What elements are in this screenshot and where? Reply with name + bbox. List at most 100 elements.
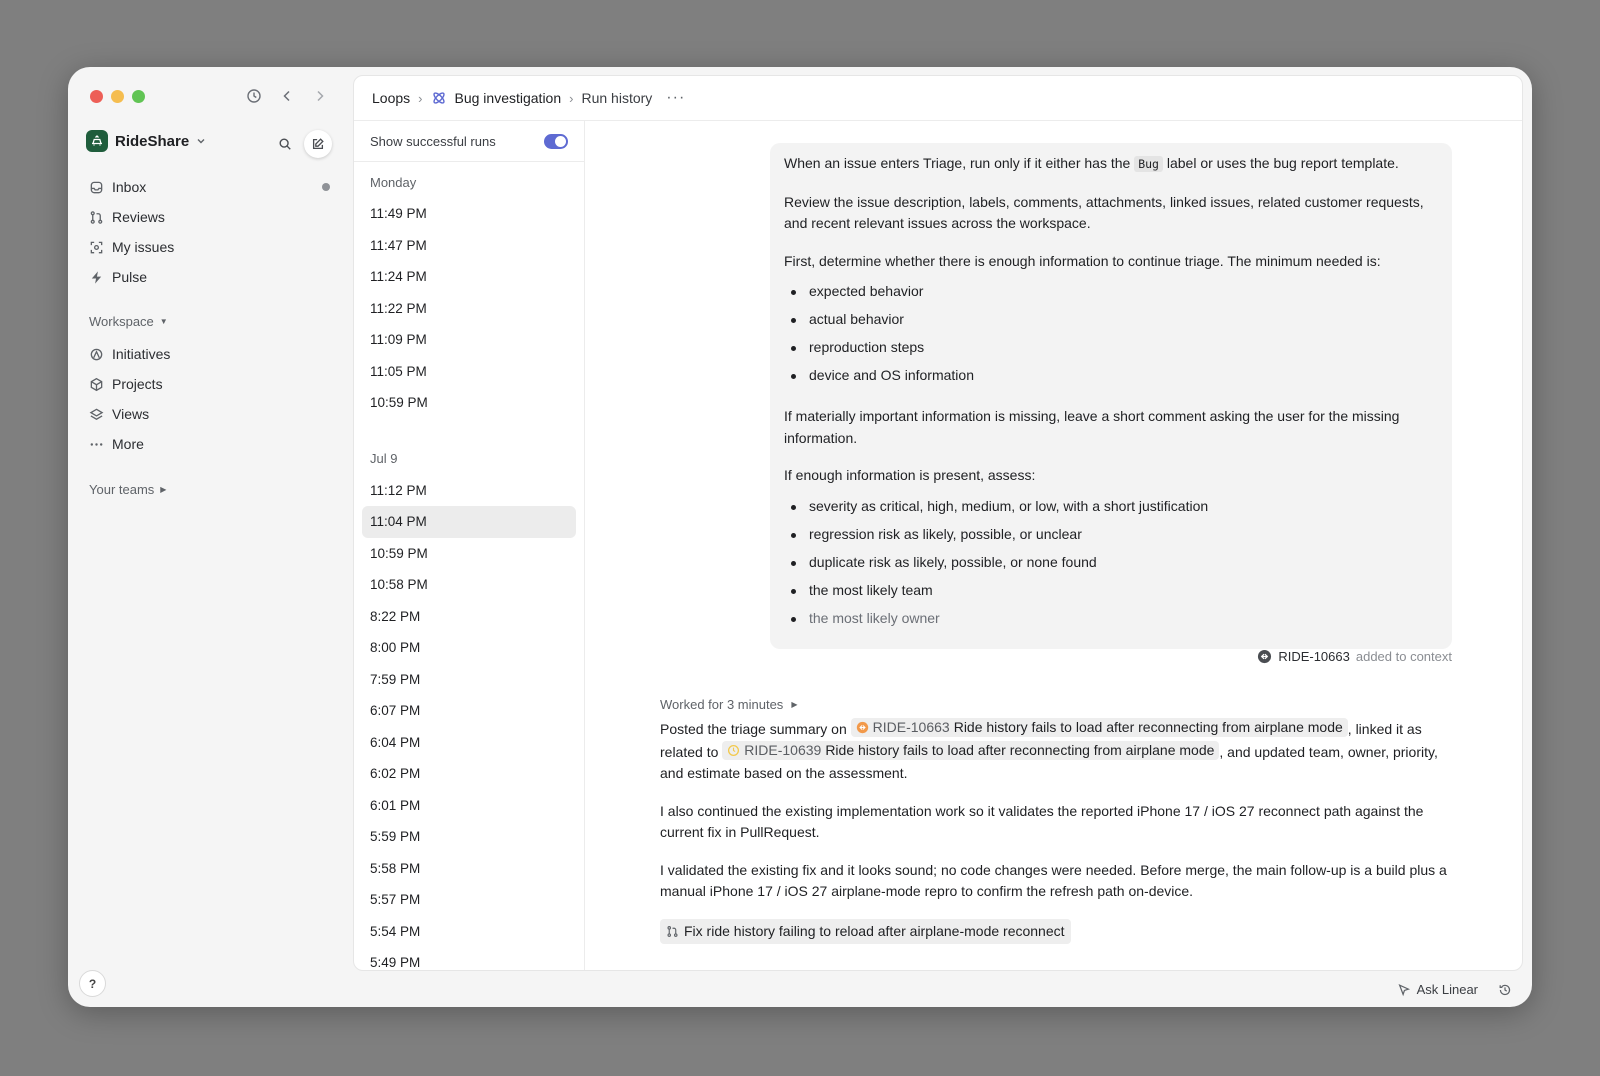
- urgent-priority-icon: [856, 721, 868, 734]
- back-arrow-icon[interactable]: [276, 85, 298, 107]
- sidebar-item-views[interactable]: Views: [86, 399, 336, 429]
- context-issue-id[interactable]: RIDE-10663: [1278, 649, 1350, 664]
- list-item: severity as critical, high, medium, or l…: [784, 493, 1438, 521]
- context-note: RIDE-10663 added to context: [1257, 649, 1452, 664]
- caret-down-icon: ▼: [159, 317, 168, 326]
- run-item[interactable]: 6:04 PM: [362, 727, 576, 759]
- reply-text: Posted the triage summary on: [660, 721, 847, 737]
- instruction-paragraph: First, determine whether there is enough…: [784, 252, 1381, 269]
- run-item[interactable]: 11:05 PM: [362, 356, 576, 388]
- run-group-label: Jul 9: [370, 451, 398, 466]
- sidebar-item-initiatives[interactable]: Initiatives: [86, 339, 336, 369]
- run-item[interactable]: 5:59 PM: [362, 821, 576, 853]
- new-issue-button[interactable]: [304, 130, 332, 158]
- your-teams-toggle[interactable]: Your teams ▶: [89, 482, 166, 497]
- forward-arrow-icon[interactable]: [309, 85, 331, 107]
- cursor-icon: [1398, 983, 1410, 996]
- agent-reply: Posted the triage summary on RIDE-10663 …: [660, 718, 1450, 944]
- run-item[interactable]: 5:58 PM: [362, 853, 576, 885]
- issue-id: RIDE-10639: [744, 741, 822, 758]
- zoom-window-button[interactable]: [132, 90, 145, 103]
- run-item[interactable]: 5:49 PM: [362, 947, 576, 970]
- run-item[interactable]: 11:04 PM: [362, 506, 576, 538]
- list-item: the most likely owner: [784, 605, 1438, 633]
- breadcrumb-run-history: Run history: [581, 90, 653, 106]
- history-icon[interactable]: [1498, 983, 1512, 997]
- run-item[interactable]: 10:59 PM: [362, 538, 576, 570]
- main-panel: Loops › Bug investigation › Run history …: [353, 75, 1523, 971]
- search-button[interactable]: [271, 130, 299, 158]
- history-clock-icon[interactable]: [243, 85, 265, 107]
- sidebar-item-my-issues[interactable]: My issues: [86, 232, 336, 262]
- help-button[interactable]: ?: [79, 970, 106, 997]
- run-item[interactable]: 11:47 PM: [362, 230, 576, 262]
- more-options-icon[interactable]: ···: [666, 89, 685, 107]
- breadcrumb-separator-icon: ›: [569, 90, 574, 106]
- show-successful-runs-toggle[interactable]: [544, 133, 568, 149]
- window-controls: [90, 90, 145, 103]
- close-window-button[interactable]: [90, 90, 103, 103]
- unread-dot: [322, 183, 330, 191]
- list-item: regression risk as likely, possible, or …: [784, 521, 1438, 549]
- issue-chip[interactable]: RIDE-10639 Ride history fails to load af…: [722, 740, 1220, 760]
- run-item[interactable]: 11:12 PM: [362, 475, 576, 507]
- run-item[interactable]: 5:54 PM: [362, 916, 576, 948]
- breadcrumb-separator-icon: ›: [418, 90, 423, 106]
- issue-chip[interactable]: RIDE-10663 Ride history fails to load af…: [850, 718, 1348, 737]
- run-item[interactable]: 10:59 PM: [362, 387, 576, 419]
- sidebar-item-inbox[interactable]: Inbox: [86, 172, 336, 202]
- run-item[interactable]: 6:01 PM: [362, 790, 576, 822]
- run-item[interactable]: 8:00 PM: [362, 632, 576, 664]
- run-item[interactable]: 6:02 PM: [362, 758, 576, 790]
- app-window: RideShare Inbox Reviews My issues Pulse …: [68, 67, 1532, 1007]
- run-item[interactable]: 8:22 PM: [362, 601, 576, 633]
- pull-request-chip[interactable]: Fix ride history failing to reload after…: [660, 918, 1071, 944]
- sidebar-item-label: More: [112, 436, 144, 452]
- loop-icon: [432, 92, 445, 104]
- minimize-window-button[interactable]: [111, 90, 124, 103]
- issue-id: RIDE-10663: [872, 719, 950, 735]
- breadcrumb-bug-investigation[interactable]: Bug investigation: [455, 90, 562, 106]
- run-item[interactable]: 11:22 PM: [362, 293, 576, 325]
- instruction-paragraph: If enough information is present, assess…: [784, 467, 1036, 483]
- run-item[interactable]: 10:58 PM: [362, 569, 576, 601]
- worked-duration-toggle[interactable]: Worked for 3 minutes ▶: [660, 697, 797, 712]
- worked-label: Worked for 3 minutes: [660, 697, 784, 712]
- workspace-section-toggle[interactable]: Workspace ▼: [89, 314, 168, 329]
- sidebar-item-pulse[interactable]: Pulse: [86, 262, 336, 292]
- reply-paragraph: Posted the triage summary on RIDE-10663 …: [660, 718, 1450, 785]
- sidebar-item-label: Projects: [112, 376, 163, 392]
- breadcrumb-loops[interactable]: Loops: [372, 90, 410, 106]
- run-group-label: Monday: [370, 174, 417, 190]
- sidebar-item-label: My issues: [112, 239, 175, 255]
- compose-icon: [312, 138, 324, 150]
- ask-linear-button[interactable]: Ask Linear: [1397, 982, 1478, 997]
- sidebar-item-label: Views: [112, 406, 150, 422]
- sidebar-item-projects[interactable]: Projects: [86, 369, 336, 399]
- caret-right-icon: ▶: [160, 485, 167, 494]
- run-item[interactable]: 6:07 PM: [362, 695, 576, 727]
- sidebar-item-reviews[interactable]: Reviews: [86, 202, 336, 232]
- sidebar-item-label: Pulse: [112, 269, 148, 285]
- run-item[interactable]: 5:57 PM: [362, 884, 576, 916]
- runs-header: Show successful runs: [354, 121, 584, 162]
- run-item[interactable]: 11:49 PM: [362, 198, 576, 230]
- pull-request-icon: [90, 210, 103, 224]
- pull-request-icon: [667, 925, 678, 937]
- list-item: the most likely team: [784, 577, 1438, 605]
- run-item[interactable]: 7:59 PM: [362, 664, 576, 696]
- loop-instructions: When an issue enters Triage, run only if…: [770, 143, 1452, 649]
- run-item[interactable]: 11:24 PM: [362, 261, 576, 293]
- sidebar: RideShare Inbox Reviews My issues Pulse …: [68, 67, 352, 1007]
- run-item[interactable]: 11:09 PM: [362, 324, 576, 356]
- issue-title: Ride history fails to load after reconne…: [953, 719, 1343, 735]
- instruction-paragraph: When an issue enters Triage, run only if…: [784, 153, 1438, 176]
- workspace-switcher[interactable]: RideShare: [86, 130, 206, 152]
- sidebar-item-more[interactable]: More: [86, 429, 336, 459]
- primary-nav: Inbox Reviews My issues Pulse: [86, 172, 336, 292]
- instruction-paragraph: If materially important information is m…: [784, 408, 1400, 446]
- reply-paragraph: I validated the existing fix and it look…: [660, 861, 1447, 900]
- assessment-list: severity as critical, high, medium, or l…: [784, 493, 1438, 633]
- run-groups: Monday 11:49 PM 11:47 PM 11:24 PM 11:22 PM 11…: [354, 166, 584, 970]
- minimum-info-list: expected behavior actual behavior reprod…: [784, 278, 1438, 390]
